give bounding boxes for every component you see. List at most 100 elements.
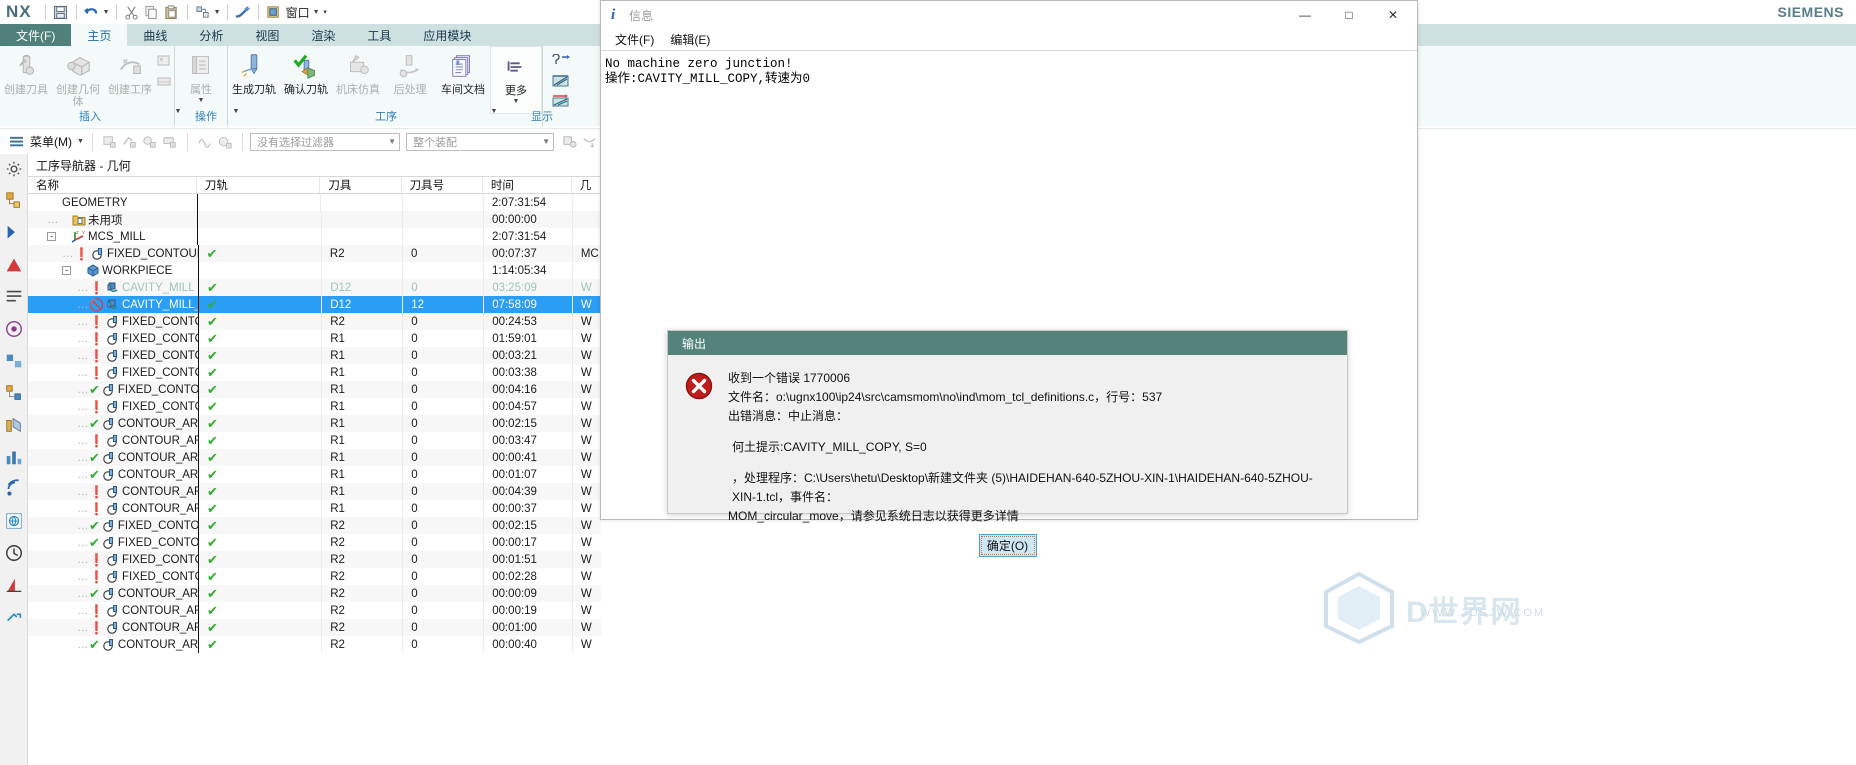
cell-time[interactable]: 00:03:38: [483, 364, 572, 381]
assembly-navigator-icon[interactable]: [3, 190, 25, 212]
table-row[interactable]: …❗ FIXED_CONTOU... ✔ R1000:03:38W: [28, 364, 601, 381]
cell-tool-number[interactable]: 0: [402, 398, 483, 415]
cell-time[interactable]: 00:07:37: [483, 245, 572, 262]
table-row[interactable]: …❗ FIXED_CONTOU... ✔ R2000:02:28W: [28, 568, 601, 585]
tab-applications[interactable]: 应用模块: [407, 24, 487, 46]
display-grid-icon[interactable]: [551, 53, 570, 70]
cell-geometry[interactable]: W: [571, 449, 601, 466]
table-row[interactable]: …❗ FIXED_CONTOU... ✔ R1001:59:01W: [28, 330, 601, 347]
assembly-select-icon[interactable]: [560, 133, 580, 151]
more-dropdown-icon[interactable]: ▼: [513, 98, 520, 105]
cell-geometry[interactable]: W: [571, 313, 601, 330]
cell-tool-number[interactable]: 12: [402, 296, 483, 313]
scope-combo[interactable]: 整个装配 ▼: [406, 132, 554, 151]
tab-file[interactable]: 文件(F): [0, 24, 72, 46]
cell-geometry[interactable]: W: [571, 330, 601, 347]
ribbon-shop-documentation[interactable]: 车间文档: [436, 46, 490, 114]
cell-toolpath[interactable]: ✔: [197, 313, 321, 330]
cell-time[interactable]: 00:00:37: [483, 500, 572, 517]
cell-tool-number[interactable]: 0: [402, 279, 483, 296]
column-header-geometry[interactable]: 几: [572, 177, 601, 193]
table-row[interactable]: …✔CONTOUR_AREA✔R1000:02:15W: [28, 415, 601, 432]
cell-time[interactable]: 07:58:09: [483, 296, 572, 313]
table-row[interactable]: …✔FIXED_CONTOU...✔R1000:04:16W: [28, 381, 601, 398]
cell-tool-number[interactable]: 0: [402, 585, 483, 602]
operation-navigator-icon[interactable]: [3, 382, 25, 404]
insert-small-1-icon[interactable]: [156, 54, 174, 70]
table-row[interactable]: … ❗ CAVITY_MILL ✔ D12 0 03:25:09 W: [28, 279, 601, 296]
tab-render[interactable]: 渲染: [295, 24, 351, 46]
cell-geometry[interactable]: W: [571, 551, 601, 568]
paste-icon[interactable]: [162, 2, 182, 22]
chevron-down-icon[interactable]: ▼: [542, 137, 550, 146]
cell-tool[interactable]: R2: [321, 602, 402, 619]
cell-toolpath[interactable]: ✔: [197, 398, 321, 415]
cell-tool[interactable]: [320, 194, 401, 211]
cell-time[interactable]: 1:14:05:34: [483, 262, 572, 279]
cell-tool[interactable]: R1: [321, 483, 402, 500]
part-navigator-icon[interactable]: [3, 222, 25, 244]
cell-geometry[interactable]: W: [571, 619, 601, 636]
cell-time[interactable]: 00:04:57: [483, 398, 572, 415]
cell-toolpath[interactable]: ✔: [197, 534, 321, 551]
cell-tool[interactable]: [320, 228, 402, 245]
cell-tool[interactable]: R2: [321, 585, 402, 602]
cell-tool[interactable]: R1: [321, 347, 402, 364]
cell-time[interactable]: 00:01:51: [483, 551, 572, 568]
cell-tool[interactable]: R1: [321, 466, 402, 483]
cell-toolpath[interactable]: ✔: [197, 483, 321, 500]
cell-name[interactable]: …✔ CONTOUR_ARE...: [28, 585, 198, 602]
cell-time[interactable]: 00:04:16: [483, 381, 572, 398]
cell-name[interactable]: …✔ CONTOUR_ARE...: [28, 466, 198, 483]
cell-name[interactable]: …✔ FIXED_CONTOU...: [28, 517, 198, 534]
cell-name[interactable]: … 未用项: [28, 211, 197, 228]
snap-point-icon[interactable]: [580, 133, 600, 151]
tree-expander[interactable]: -: [47, 232, 56, 241]
cell-name[interactable]: …✔ FIXED_CONTOU...: [28, 534, 198, 551]
table-row[interactable]: - WORKPIECE 1:14:05:34: [28, 262, 601, 279]
cell-tool-number[interactable]: 0: [402, 313, 483, 330]
cell-time[interactable]: 00:04:39: [483, 483, 572, 500]
cell-name[interactable]: …🚫 CAVITY_MILL_C...: [28, 296, 198, 313]
ribbon-verify-toolpath[interactable]: 确认刀轨: [280, 46, 332, 114]
cell-geometry[interactable]: W: [571, 398, 601, 415]
table-row[interactable]: …❗ FIXED_CONTOU... ✔ R1000:04:57W: [28, 398, 601, 415]
cell-geometry[interactable]: W: [571, 602, 601, 619]
cell-time[interactable]: 00:00:09: [483, 585, 572, 602]
table-row[interactable]: …❗ FIXED_CONTOU... ✔ R2000:01:51W: [28, 551, 601, 568]
cell-name[interactable]: …✔ CONTOUR_AREA: [28, 415, 198, 432]
cell-tool[interactable]: R2: [321, 619, 402, 636]
ribbon-machine-simulation[interactable]: 机床仿真: [332, 46, 384, 114]
cell-geometry[interactable]: W: [571, 415, 601, 432]
cell-tool-number[interactable]: 0: [402, 534, 483, 551]
cell-name[interactable]: …❗ FIXED_CONTOU...: [28, 364, 198, 381]
ribbon-create-geometry[interactable]: 创建几何体: [52, 46, 104, 114]
cell-name[interactable]: …❗ CONTOUR_ARE...: [28, 432, 198, 449]
cell-geometry[interactable]: MC: [571, 245, 601, 262]
cell-tool[interactable]: R2: [321, 517, 402, 534]
cell-tool-number[interactable]: 0: [402, 500, 483, 517]
history-icon[interactable]: [3, 542, 25, 564]
cell-toolpath[interactable]: [196, 194, 321, 211]
cell-tool-number[interactable]: [401, 262, 483, 279]
ok-button[interactable]: 确定(O): [978, 534, 1037, 557]
column-header-time[interactable]: 时间: [483, 177, 572, 193]
cell-tool-number[interactable]: 0: [402, 568, 483, 585]
cell-toolpath[interactable]: ✔: [197, 585, 321, 602]
cell-toolpath[interactable]: ✔: [197, 500, 321, 517]
cell-tool[interactable]: R1: [321, 449, 402, 466]
window-menu-label[interactable]: 窗口: [284, 4, 312, 21]
cell-toolpath[interactable]: ✔: [197, 415, 321, 432]
cell-name[interactable]: … ❗ CAVITY_MILL: [28, 279, 198, 296]
cell-tool-number[interactable]: 0: [402, 330, 483, 347]
table-row[interactable]: …❗ FIXED_CONTOU... ✔ R1000:03:21W: [28, 347, 601, 364]
cell-toolpath[interactable]: ✔: [197, 296, 321, 313]
curve-filter-icon[interactable]: [195, 133, 215, 151]
hd3d-tools-icon[interactable]: [3, 350, 25, 372]
cell-time[interactable]: 2:07:31:54: [482, 228, 572, 245]
settings-gear-icon[interactable]: [3, 158, 25, 180]
cell-toolpath[interactable]: ✔: [197, 381, 321, 398]
cell-name[interactable]: …❗ CONTOUR_ARE...: [28, 483, 198, 500]
cell-geometry[interactable]: W: [571, 568, 601, 585]
ribbon-properties[interactable]: 属性 ▼: [175, 46, 227, 114]
